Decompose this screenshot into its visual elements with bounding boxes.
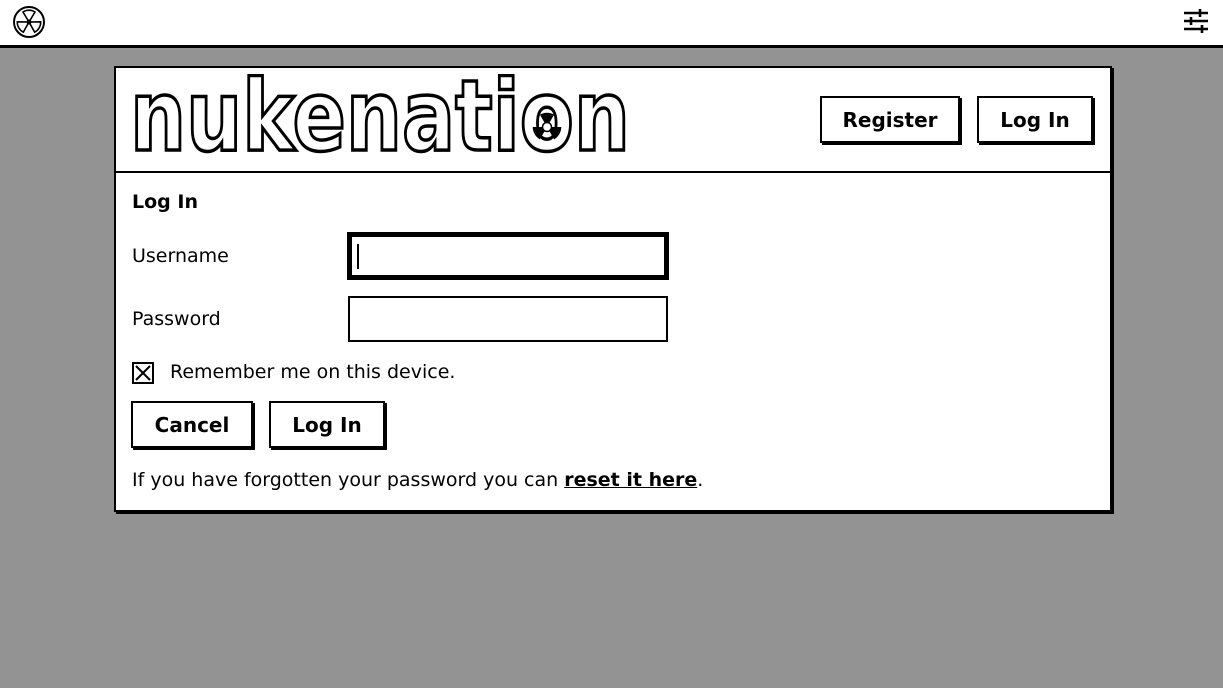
forgot-password-text: If you have forgotten your password you … — [132, 469, 703, 491]
login-button[interactable]: Log In — [269, 401, 385, 448]
form-title: Log In — [132, 191, 198, 213]
text-cursor — [357, 244, 359, 269]
reset-password-link[interactable]: reset it here — [564, 469, 697, 491]
panel-header: nukenation Register Log In — [116, 68, 1110, 173]
sliders-icon[interactable] — [1183, 8, 1209, 34]
radiation-icon[interactable] — [12, 5, 46, 39]
username-input[interactable] — [347, 232, 669, 280]
password-label: Password — [132, 308, 221, 330]
username-label: Username — [132, 245, 229, 267]
top-bar — [0, 0, 1223, 48]
password-input[interactable] — [348, 296, 668, 342]
login-panel: nukenation Register Log In Log In Userna… — [114, 66, 1112, 512]
forgot-suffix: . — [697, 469, 704, 491]
brand-logo[interactable]: nukenation — [130, 74, 634, 166]
brand-name: nukenation — [130, 74, 630, 166]
remember-checkbox[interactable] — [132, 362, 154, 384]
header-login-button[interactable]: Log In — [977, 96, 1093, 143]
cancel-button[interactable]: Cancel — [131, 401, 253, 448]
register-button[interactable]: Register — [820, 96, 960, 143]
forgot-prefix: If you have forgotten your password you … — [132, 469, 565, 491]
remember-label[interactable]: Remember me on this device. — [170, 361, 455, 383]
